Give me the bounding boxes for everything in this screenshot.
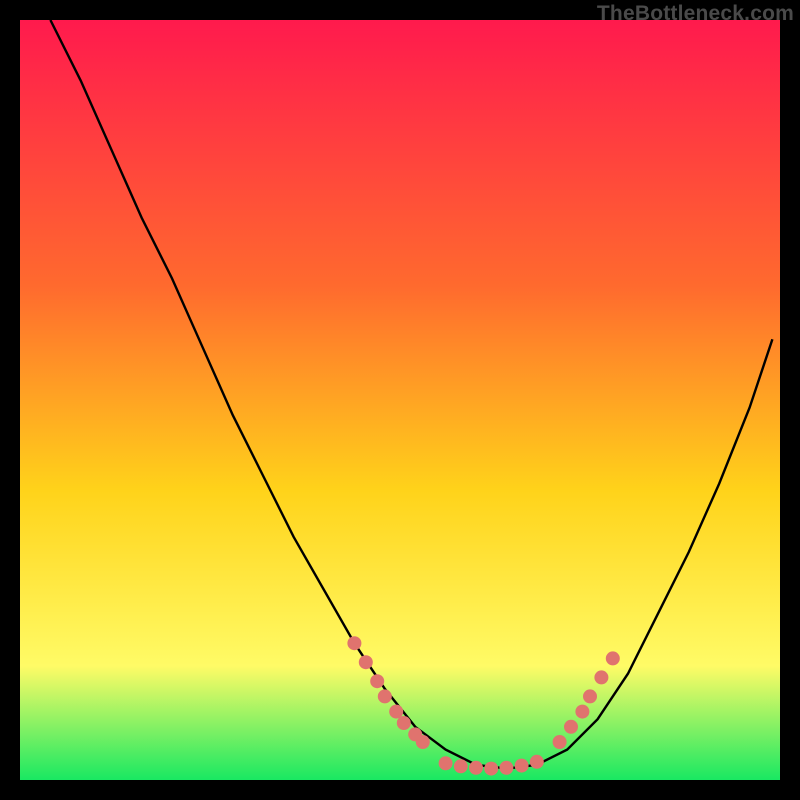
data-point [347,636,361,650]
data-point [378,689,392,703]
watermark-text: TheBottleneck.com [597,2,794,26]
data-point [564,720,578,734]
data-point [469,761,483,775]
data-point [515,759,529,773]
data-point [454,759,468,773]
data-point [439,756,453,770]
chart-svg [20,20,780,780]
data-point [499,761,513,775]
gradient-background [20,20,780,780]
data-point [359,655,373,669]
data-point [389,705,403,719]
data-point [397,716,411,730]
data-point [484,762,498,776]
data-point [530,755,544,769]
data-point [370,674,384,688]
chart-frame [20,20,780,780]
data-point [553,735,567,749]
data-point [416,735,430,749]
data-point [606,651,620,665]
data-point [583,689,597,703]
data-point [594,670,608,684]
data-point [575,705,589,719]
